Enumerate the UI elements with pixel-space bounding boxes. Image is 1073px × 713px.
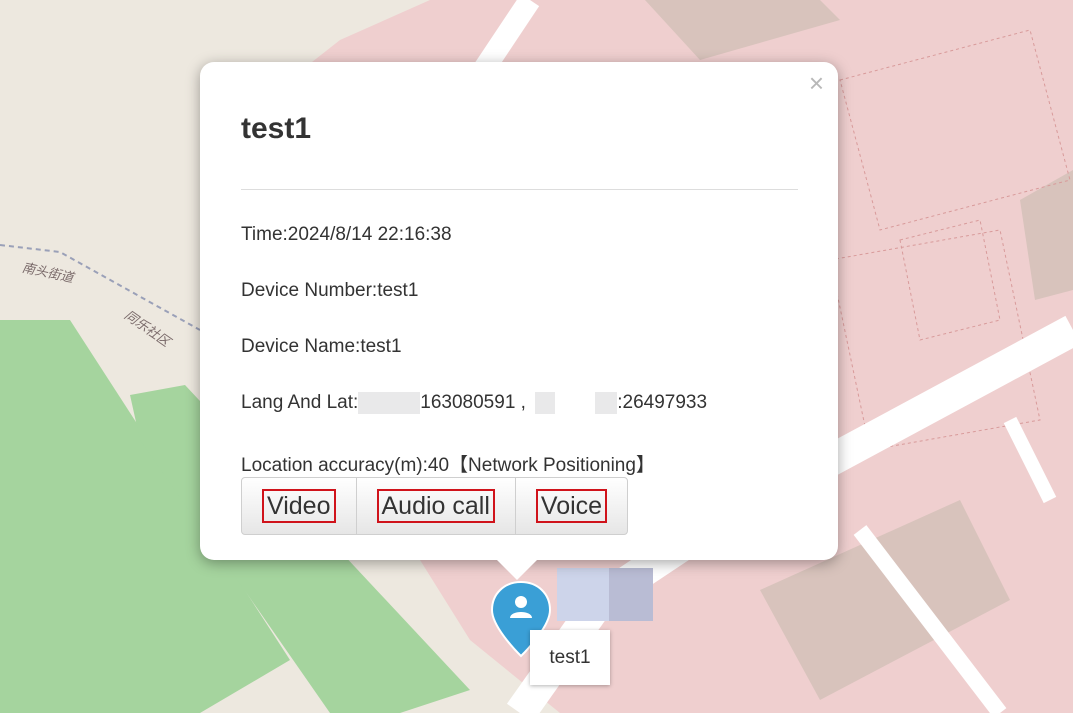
popup-title: test1 bbox=[241, 112, 312, 145]
redaction-block bbox=[535, 392, 556, 414]
voice-button-label: Voice bbox=[535, 489, 608, 523]
longitude-value: 163080591 bbox=[420, 392, 516, 414]
audio-call-button[interactable]: Audio call bbox=[357, 478, 516, 534]
redaction-block bbox=[358, 392, 421, 414]
masked-label bbox=[557, 568, 653, 621]
close-icon[interactable]: × bbox=[809, 70, 824, 96]
device-info-popup: × test1 Time:2024/8/14 22:16:38 Device N… bbox=[200, 62, 838, 560]
redaction-block bbox=[609, 568, 653, 621]
location-accuracy-text: Location accuracy(m):40【Network Position… bbox=[241, 455, 655, 476]
latitude-value: :26497933 bbox=[617, 392, 708, 414]
device-name-text: Device Name:test1 bbox=[241, 336, 402, 357]
video-button-label: Video bbox=[262, 489, 336, 523]
redaction-gap bbox=[555, 392, 596, 414]
time-text: Time:2024/8/14 22:16:38 bbox=[241, 224, 452, 245]
popup-tip bbox=[495, 558, 539, 580]
video-button[interactable]: Video bbox=[242, 478, 357, 534]
action-button-group: Video Audio call Voice bbox=[241, 477, 629, 535]
device-number-text: Device Number:test1 bbox=[241, 280, 419, 301]
redaction-block bbox=[557, 568, 609, 621]
lang-lat-separator: , bbox=[515, 392, 526, 414]
lang-lat-text: Lang And Lat: 163080591 , :26497933 bbox=[241, 392, 707, 414]
voice-button[interactable]: Voice bbox=[516, 478, 627, 534]
lang-lat-label: Lang And Lat: bbox=[241, 392, 359, 414]
redaction-block bbox=[595, 392, 618, 414]
marker-label[interactable]: test1 bbox=[530, 630, 610, 685]
audio-call-button-label: Audio call bbox=[376, 489, 495, 523]
person-icon-head bbox=[515, 596, 527, 608]
popup-divider bbox=[241, 189, 798, 190]
